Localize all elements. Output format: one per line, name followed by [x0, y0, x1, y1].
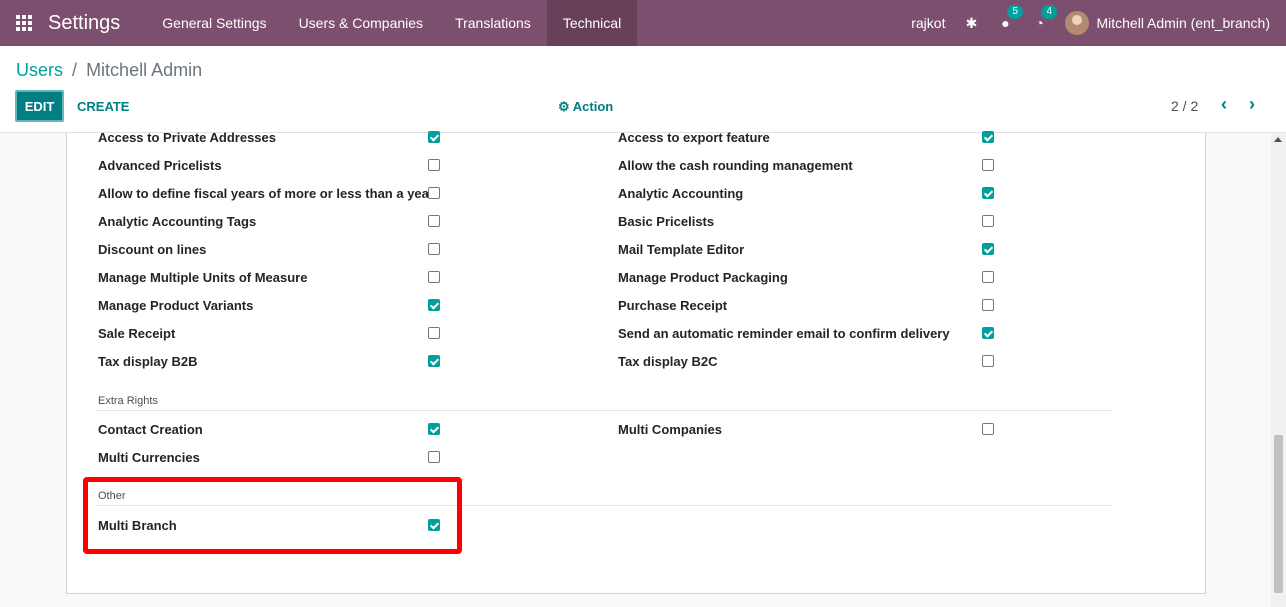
checkbox-manage-product-packaging[interactable]: [982, 271, 994, 283]
pager-value[interactable]: 2 / 2: [1171, 98, 1198, 114]
scroll-up-arrow-icon[interactable]: [1274, 137, 1282, 142]
top-navbar: Settings General Settings Users & Compan…: [0, 0, 1286, 46]
pager-previous-chevron-left-icon[interactable]: ‹: [1221, 94, 1227, 115]
checkbox-allow-the-cash-rounding-management[interactable]: [982, 159, 994, 171]
field-label-allow-to-define-fiscal-years-of-more-or-less-than-a-year: Allow to define fiscal years of more or …: [98, 186, 434, 201]
scrollbar[interactable]: [1271, 133, 1286, 607]
checkbox-sale-receipt[interactable]: [428, 327, 440, 339]
field-label-analytic-accounting: Analytic Accounting: [618, 186, 744, 201]
menu-general-settings[interactable]: General Settings: [146, 0, 282, 46]
group-title-extra-rights: Extra Rights: [98, 395, 158, 407]
checkbox-analytic-accounting-tags[interactable]: [428, 215, 440, 227]
field-label-access-to-export-feature: Access to export feature: [618, 130, 770, 145]
group-divider: [96, 410, 1112, 411]
action-label: Action: [572, 99, 614, 114]
checkbox-discount-on-lines[interactable]: [428, 243, 440, 255]
app-title[interactable]: Settings: [48, 12, 120, 35]
menu-users-companies[interactable]: Users & Companies: [283, 0, 440, 46]
breadcrumb-separator: /: [72, 60, 78, 80]
field-label-manage-product-packaging: Manage Product Packaging: [618, 270, 788, 285]
checkbox-multi-currencies[interactable]: [428, 451, 440, 463]
company-switcher[interactable]: rajkot: [911, 15, 945, 31]
field-label-analytic-accounting-tags: Analytic Accounting Tags: [98, 214, 257, 229]
user-menu[interactable]: Mitchell Admin (ent_branch): [1065, 11, 1270, 35]
control-panel: Users / Mitchell Admin EDIT CREATE ⚙ Act…: [0, 46, 1286, 133]
breadcrumb: Users / Mitchell Admin: [16, 60, 202, 81]
edit-button[interactable]: EDIT: [15, 90, 64, 122]
checkbox-tax-display-b2c[interactable]: [982, 355, 994, 367]
gear-icon: ⚙: [558, 99, 570, 114]
apps-menu-icon[interactable]: [0, 0, 48, 46]
checkbox-basic-pricelists[interactable]: [982, 215, 994, 227]
field-label-tax-display-b2c: Tax display B2C: [618, 354, 718, 369]
create-button[interactable]: CREATE: [77, 99, 129, 114]
field-label-allow-the-cash-rounding-management: Allow the cash rounding management: [618, 158, 853, 173]
field-label-access-to-private-addresses: Access to Private Addresses: [98, 130, 277, 145]
messages-count-badge: 5: [1007, 5, 1024, 19]
debug-bug-icon[interactable]: ✱: [963, 15, 979, 32]
checkbox-advanced-pricelists[interactable]: [428, 159, 440, 171]
checkbox-allow-to-define-fiscal-years-of-more-or-less-than-a-year[interactable]: [428, 187, 440, 199]
field-label-multi-currencies: Multi Currencies: [98, 450, 200, 465]
field-label-contact-creation: Contact Creation: [98, 422, 203, 437]
checkbox-tax-display-b2b[interactable]: [428, 355, 440, 367]
checkbox-mail-template-editor[interactable]: [982, 243, 994, 255]
breadcrumb-current: Mitchell Admin: [86, 60, 203, 80]
field-label-advanced-pricelists: Advanced Pricelists: [98, 158, 222, 173]
field-label-multi-companies: Multi Companies: [618, 422, 723, 437]
action-menu-button[interactable]: ⚙ Action: [558, 99, 613, 115]
user-name: Mitchell Admin (ent_branch): [1096, 15, 1270, 31]
checkbox-access-to-export-feature[interactable]: [982, 131, 994, 143]
highlight-box: [83, 477, 462, 554]
activities-count-badge: 4: [1041, 5, 1058, 19]
checkbox-analytic-accounting[interactable]: [982, 187, 994, 199]
checkbox-manage-multiple-units-of-measure[interactable]: [428, 271, 440, 283]
field-label-basic-pricelists: Basic Pricelists: [618, 214, 715, 229]
field-label-purchase-receipt: Purchase Receipt: [618, 298, 728, 313]
menu-technical[interactable]: Technical: [546, 0, 638, 46]
field-label-manage-multiple-units-of-measure: Manage Multiple Units of Measure: [98, 270, 308, 285]
field-label-send-an-automatic-reminder-email-to-confirm-delivery: Send an automatic reminder email to conf…: [618, 326, 950, 341]
avatar: [1065, 11, 1090, 35]
field-label-discount-on-lines: Discount on lines: [98, 242, 207, 257]
field-label-tax-display-b2b: Tax display B2B: [98, 354, 198, 369]
field-label-sale-receipt: Sale Receipt: [98, 326, 176, 341]
activities-clock-icon[interactable]: ◔ 4: [1031, 5, 1058, 31]
breadcrumb-users-link[interactable]: Users: [16, 60, 63, 80]
field-label-mail-template-editor: Mail Template Editor: [618, 242, 745, 257]
pager-next-chevron-right-icon[interactable]: ›: [1249, 94, 1255, 115]
checkbox-multi-companies[interactable]: [982, 423, 994, 435]
checkbox-purchase-receipt[interactable]: [982, 299, 994, 311]
menu-translations[interactable]: Translations: [439, 0, 547, 46]
checkbox-contact-creation[interactable]: [428, 423, 440, 435]
checkbox-manage-product-variants[interactable]: [428, 299, 440, 311]
checkbox-send-an-automatic-reminder-email-to-confirm-delivery[interactable]: [982, 327, 994, 339]
checkbox-access-to-private-addresses[interactable]: [428, 131, 440, 143]
messages-chat-icon[interactable]: ● 5: [997, 5, 1024, 31]
scroll-thumb[interactable]: [1274, 435, 1283, 593]
field-label-manage-product-variants: Manage Product Variants: [98, 298, 254, 313]
